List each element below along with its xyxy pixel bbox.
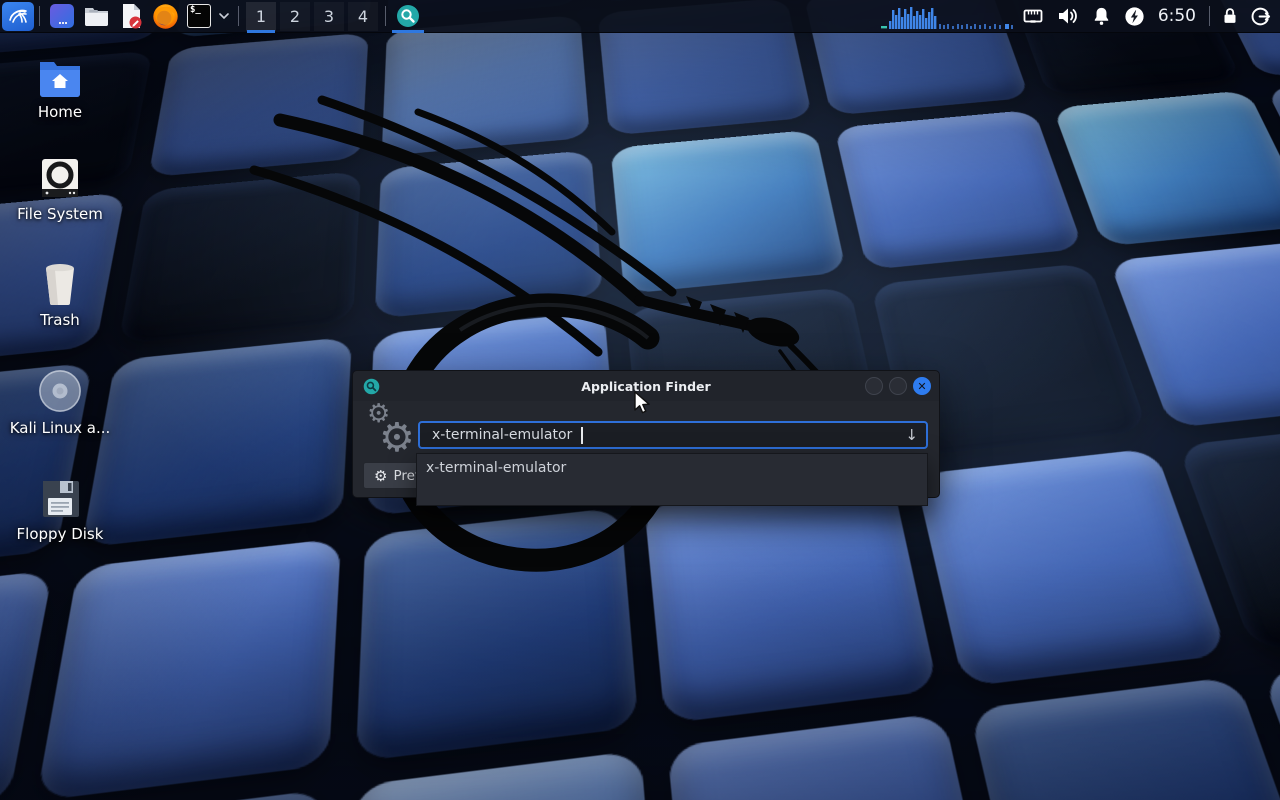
titlebar[interactable]: Application Finder ✕ — [353, 371, 939, 401]
launcher-desktop-app[interactable] — [45, 2, 79, 31]
wallpaper-cube — [915, 448, 1229, 687]
panel-separator — [1209, 6, 1210, 26]
hard-disk-icon — [38, 156, 82, 200]
firefox-icon — [152, 3, 179, 30]
bell-icon — [1090, 5, 1113, 28]
active-task-underline — [392, 30, 424, 33]
panel-separator — [238, 6, 239, 26]
wallpaper-cube — [969, 676, 1280, 800]
panel-separator — [385, 6, 386, 26]
wallpaper-cube — [82, 337, 352, 548]
desktop-icon-trash[interactable]: Trash — [14, 262, 106, 329]
close-icon: ✕ — [917, 381, 926, 392]
top-panel: $_ 1 2 3 4 — [0, 0, 1280, 33]
minimize-button[interactable] — [865, 377, 883, 395]
desktop-icon-label: File System — [17, 206, 103, 223]
wallpaper-cube — [36, 538, 341, 800]
gear-icon: ⚙ — [379, 415, 415, 461]
volume-control[interactable] — [1051, 2, 1084, 31]
desktop-icon-home[interactable]: Home — [14, 58, 106, 121]
terminal-icon: $_ — [187, 4, 211, 28]
desktop-icon-label: Kali Linux a... — [10, 420, 111, 437]
window-title: Application Finder — [353, 379, 939, 394]
chevron-down-icon — [217, 9, 231, 23]
wallpaper-cube — [667, 713, 1003, 800]
workspace-label: 3 — [324, 7, 334, 26]
workspace-button-2[interactable]: 2 — [280, 2, 310, 31]
cdrom-disc-icon — [37, 368, 83, 414]
application-finder-icon — [396, 4, 420, 28]
speaker-icon — [1055, 4, 1080, 28]
desktop-app-icon — [49, 3, 75, 29]
applications-menu-button[interactable] — [2, 2, 34, 31]
wallpaper-cube — [356, 507, 639, 762]
lock-screen-button[interactable] — [1215, 2, 1245, 31]
search-input[interactable]: x-terminal-emulator ↓ — [418, 421, 928, 449]
floppy-disk-icon — [38, 476, 82, 520]
wallpaper-cube — [610, 130, 846, 295]
completion-item[interactable]: x-terminal-emulator — [417, 454, 927, 481]
completion-popup: x-terminal-emulator — [416, 453, 928, 506]
power-manager[interactable] — [1119, 2, 1150, 31]
kali-menu-icon — [6, 4, 30, 28]
wallpaper-cube — [382, 15, 590, 156]
network-icon — [1021, 4, 1045, 28]
workspace-label: 4 — [358, 7, 368, 26]
power-lightning-icon — [1123, 5, 1146, 28]
wallpaper-cube — [118, 171, 361, 344]
wallpaper-cube — [644, 477, 938, 724]
desktop-icon-kali-cdrom[interactable]: Kali Linux a... — [14, 368, 106, 437]
wallpaper-cube — [148, 32, 368, 177]
workspace-button-3[interactable]: 3 — [314, 2, 344, 31]
cpu-graph-bars — [881, 3, 1017, 29]
workspace-button-1[interactable]: 1 — [246, 2, 276, 31]
desktop-icon-label: Home — [38, 104, 82, 121]
lock-icon — [1219, 5, 1241, 27]
combo-dropdown-arrow[interactable]: ↓ — [905, 426, 918, 444]
file-manager-icon — [83, 3, 110, 29]
trash-icon — [39, 262, 81, 306]
gear-icon: ⚙ — [374, 467, 387, 485]
wallpaper-cube — [375, 150, 603, 319]
wallpaper-cube — [834, 110, 1083, 270]
launcher-file-manager[interactable] — [79, 2, 114, 31]
desktop-icon-file-system[interactable]: File System — [14, 156, 106, 223]
logout-button[interactable] — [1245, 2, 1276, 31]
wallpaper-cube — [1053, 90, 1280, 246]
logout-icon — [1249, 5, 1272, 28]
launcher-terminal[interactable]: $_ — [183, 2, 215, 31]
clock[interactable]: 6:50 — [1150, 6, 1204, 26]
cpu-graph[interactable] — [881, 2, 1017, 31]
desktop-icon-floppy[interactable]: Floppy Disk — [14, 476, 106, 543]
application-finder-window: Application Finder ✕ ⚙ ⚙ x-terminal-emul… — [352, 370, 940, 498]
network-status[interactable] — [1017, 2, 1049, 31]
panel-separator — [39, 6, 40, 26]
close-button[interactable]: ✕ — [913, 377, 931, 395]
desktop-icon-label: Floppy Disk — [17, 526, 104, 543]
launcher-dropdown-chevron[interactable] — [215, 2, 233, 31]
workspace-button-4[interactable]: 4 — [348, 2, 378, 31]
wallpaper-cube — [342, 750, 663, 800]
notifications[interactable] — [1086, 2, 1117, 31]
launcher-text-editor[interactable] — [114, 2, 148, 31]
workspace-label: 2 — [290, 7, 300, 26]
text-editor-icon — [118, 3, 144, 29]
launcher-firefox[interactable] — [148, 2, 183, 31]
maximize-button[interactable] — [889, 377, 907, 395]
search-input-value: x-terminal-emulator — [432, 427, 572, 443]
workspace-label: 1 — [256, 7, 266, 26]
taskbar-application-finder[interactable] — [391, 2, 425, 31]
active-workspace-underline — [247, 30, 275, 33]
text-caret — [581, 427, 583, 444]
gears-graphic: ⚙ ⚙ — [363, 401, 415, 463]
desktop-icon-label: Trash — [40, 312, 80, 329]
home-folder-icon — [37, 58, 83, 98]
